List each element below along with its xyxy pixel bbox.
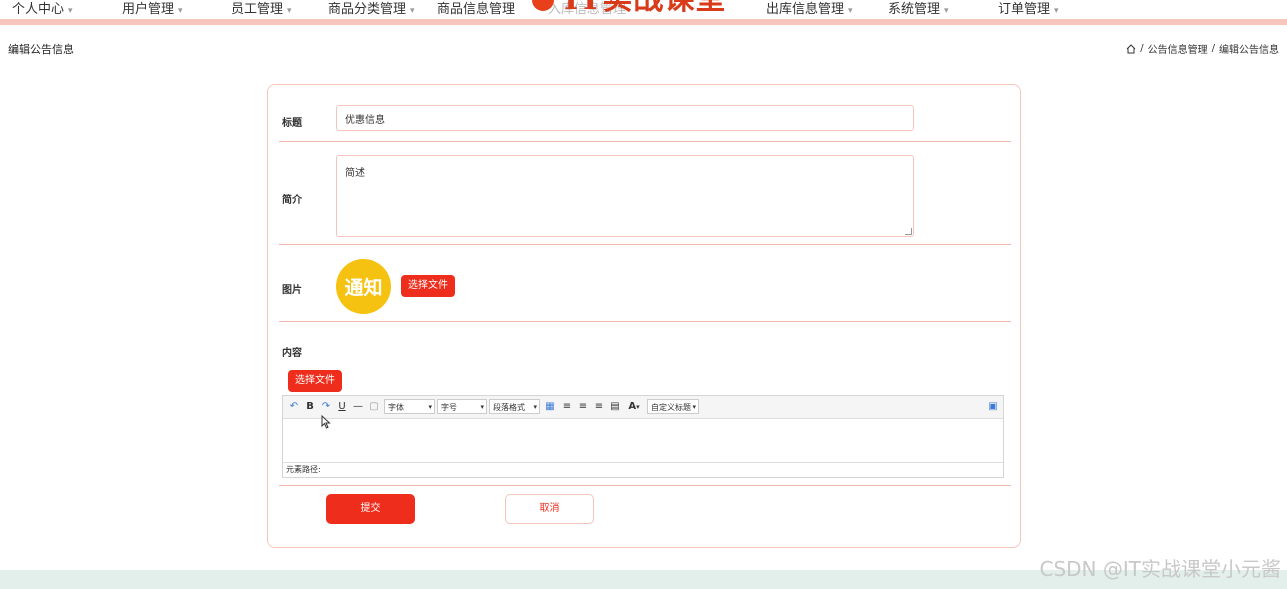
nav-system-management[interactable]: 系统管理 ▾	[888, 0, 949, 19]
editor-status-bar: 元素路径:	[283, 462, 1003, 477]
home-icon[interactable]	[1126, 43, 1136, 54]
chevron-down-icon: ▾	[636, 403, 640, 411]
image-label: 图片	[282, 285, 302, 296]
breadcrumb-separator: /	[1211, 43, 1215, 54]
cancel-button[interactable]: 取消	[505, 494, 594, 524]
breadcrumb-current: 编辑公告信息	[1219, 45, 1279, 56]
align-center-icon[interactable]: ≡	[594, 399, 604, 415]
divider	[279, 485, 1011, 486]
choose-file-button[interactable]: 选择文件	[401, 275, 455, 297]
watermark: CSDN @IT实战课堂小元酱	[1039, 557, 1282, 581]
nav-user-management[interactable]: 用户管理 ▾	[122, 0, 183, 19]
chevron-down-icon: ▾	[287, 6, 292, 16]
align-right-icon[interactable]: ≡	[578, 399, 588, 415]
breadcrumb: / 公告信息管理 / 编辑公告信息	[1126, 41, 1279, 56]
nav-category-management[interactable]: 商品分类管理 ▾	[328, 0, 415, 19]
custom-title-select[interactable]: 自定义标题 ▾	[647, 399, 699, 414]
resize-handle[interactable]	[905, 228, 912, 235]
page-icon[interactable]: ▢	[369, 399, 379, 415]
nav-order-management[interactable]: 订单管理 ▾	[998, 0, 1059, 19]
nav-staff-management[interactable]: 员工管理 ▾	[231, 0, 292, 19]
title-label: 标题	[282, 118, 302, 129]
redo-icon[interactable]: ↷	[321, 399, 331, 415]
undo-icon[interactable]: ↶	[289, 399, 299, 415]
nav-product-management[interactable]: 商品信息管理	[437, 0, 515, 19]
divider	[279, 244, 1011, 245]
align-left-icon[interactable]: ≡	[562, 399, 572, 415]
fullscreen-icon[interactable]: ▣	[988, 399, 998, 415]
notice-image: 通知	[336, 259, 391, 314]
bold-button[interactable]: B	[305, 399, 315, 415]
title-input[interactable]	[336, 105, 914, 131]
notice-image-text: 通知	[344, 277, 383, 299]
content-choose-file-button[interactable]: 选择文件	[288, 370, 342, 392]
logo-icon	[532, 0, 554, 11]
chevron-down-icon: ▾	[480, 403, 484, 411]
nav-personal-center[interactable]: 个人中心 ▾	[12, 0, 73, 19]
divider	[279, 141, 1011, 142]
chevron-down-icon: ▾	[533, 403, 537, 411]
chevron-down-icon: ▾	[68, 6, 73, 16]
summary-text: 简述	[345, 168, 365, 179]
brand-name: IT实战课堂	[564, 0, 726, 15]
chevron-down-icon: ▾	[848, 6, 853, 16]
breadcrumb-separator: /	[1140, 43, 1144, 54]
paragraph-format-select[interactable]: 段落格式 ▾	[489, 399, 540, 414]
editor-content-area[interactable]	[283, 419, 1003, 462]
submit-button[interactable]: 提交	[326, 494, 415, 524]
chevron-down-icon: ▾	[428, 403, 432, 411]
edit-form: 标题 简介 简述 图片 通知 选择文件 内容 选择文件 ↶ B ↷ U — ▢ …	[267, 84, 1021, 548]
content-label: 内容	[282, 348, 302, 359]
brand-logo: IT实战课堂	[532, 0, 726, 15]
font-color-button[interactable]: A▾	[626, 399, 642, 415]
horizontal-rule-icon[interactable]: —	[353, 399, 363, 415]
mouse-cursor-icon	[321, 415, 331, 429]
editor-toolbar: ↶ B ↷ U — ▢ 字体 ▾ 字号 ▾ 段落格式 ▾ ▦ ≡ ≡ ≡ ▤ A▾ 自…	[283, 396, 1003, 419]
page-title: 编辑公告信息	[8, 43, 74, 56]
font-family-select[interactable]: 字体 ▾	[384, 399, 435, 414]
chevron-down-icon: ▾	[178, 6, 183, 16]
summary-label: 简介	[282, 195, 302, 206]
underline-button[interactable]: U	[337, 399, 347, 415]
table-icon[interactable]: ▦	[545, 399, 555, 415]
chevron-down-icon: ▾	[692, 403, 696, 411]
rich-text-editor: ↶ B ↷ U — ▢ 字体 ▾ 字号 ▾ 段落格式 ▾ ▦ ≡ ≡ ≡ ▤ A▾ 自…	[282, 395, 1004, 478]
summary-textarea[interactable]: 简述	[336, 155, 914, 237]
justify-icon[interactable]: ▤	[610, 399, 620, 415]
nav-stock-out-management[interactable]: 出库信息管理 ▾	[766, 0, 853, 19]
chevron-down-icon: ▾	[944, 6, 949, 16]
breadcrumb-notice-management[interactable]: 公告信息管理	[1148, 41, 1208, 56]
chevron-down-icon: ▾	[1054, 6, 1059, 16]
chevron-down-icon: ▾	[410, 6, 415, 16]
divider	[279, 321, 1011, 322]
font-size-select[interactable]: 字号 ▾	[437, 399, 487, 414]
